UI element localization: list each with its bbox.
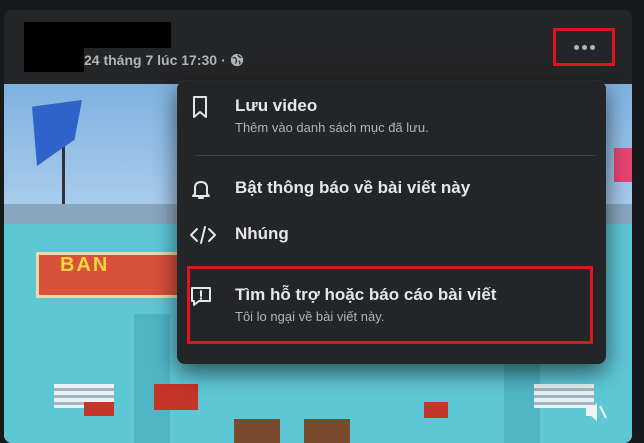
menu-item-label: Bật thông báo về bài viết này <box>235 178 471 197</box>
building-sign <box>36 252 186 298</box>
menu-item-label: Lưu video <box>235 96 318 115</box>
redacted-author-name <box>84 22 171 48</box>
menu-item-subtitle: Thêm vào danh sách mục đã lưu. <box>235 120 429 135</box>
door <box>234 419 280 443</box>
plaque <box>154 384 198 410</box>
building-sign-text: BAN <box>60 254 110 276</box>
bookmark-icon <box>189 95 223 119</box>
pillar <box>134 314 170 443</box>
post-timestamp[interactable]: 24 tháng 7 lúc 17:30 <box>84 52 217 68</box>
menu-item-save-video[interactable]: Lưu video Thêm vào danh sách mục đã lưu. <box>189 95 429 137</box>
door <box>304 419 350 443</box>
globe-icon <box>230 53 244 67</box>
more-options-button[interactable] <box>553 28 615 66</box>
menu-item-embed[interactable]: Nhúng <box>189 223 289 247</box>
menu-item-notifications[interactable]: Bật thông báo về bài viết này <box>189 177 470 201</box>
plaque <box>424 402 448 418</box>
flag-right <box>614 148 632 182</box>
meta-separator: · <box>221 52 226 68</box>
menu-item-label: Nhúng <box>235 224 289 243</box>
redacted-avatar <box>24 22 84 72</box>
menu-divider <box>195 155 595 156</box>
mute-icon[interactable] <box>582 398 610 426</box>
report-highlight-box <box>187 266 593 344</box>
code-icon <box>189 223 223 247</box>
more-horizontal-icon <box>573 44 595 50</box>
post-meta: 24 tháng 7 lúc 17:30 · <box>84 52 244 68</box>
bell-icon <box>189 177 223 201</box>
plaque <box>84 402 114 416</box>
